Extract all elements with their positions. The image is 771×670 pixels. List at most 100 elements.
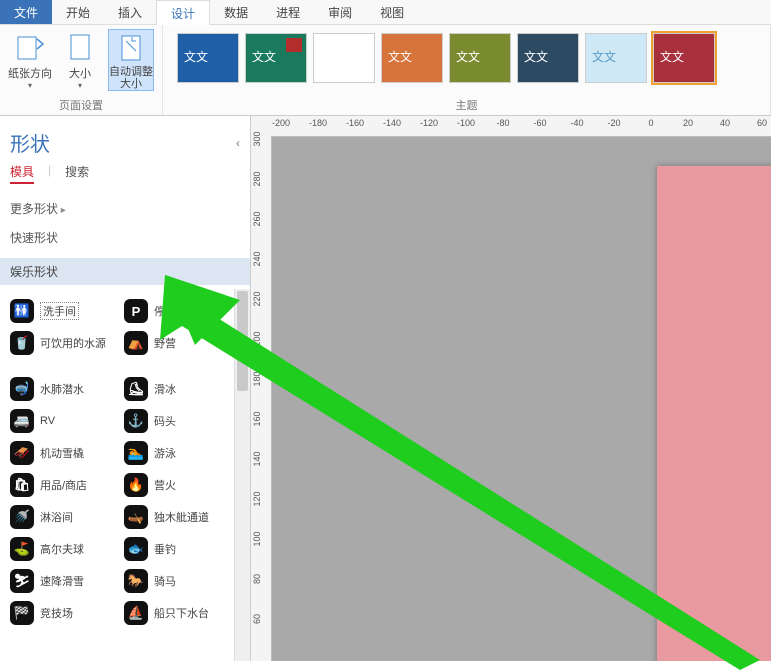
more-shapes-link[interactable]: 更多形状 — [10, 194, 240, 223]
chevron-down-icon: ▾ — [78, 81, 82, 90]
shape-icon: 🚿 — [10, 505, 34, 529]
theme-gallery[interactable]: 文文 文文 文文 文文 文文 文文 文文 — [171, 29, 762, 95]
theme-swatch[interactable]: 文文 — [177, 33, 239, 83]
shape-item[interactable]: 🔥营火 — [122, 469, 236, 501]
shape-item[interactable]: 🚻洗手间 — [8, 295, 122, 327]
shape-item[interactable]: 🐎 骑马 — [122, 565, 236, 597]
ruler-tick: 80 — [252, 569, 262, 589]
tab-design[interactable]: 设计 — [156, 0, 210, 25]
shape-item[interactable]: 🛍 用品/商店 — [8, 469, 122, 501]
shape-label: 洗手间 — [40, 302, 79, 320]
orientation-icon — [14, 31, 46, 63]
category-entertainment[interactable]: 娱乐形状 — [0, 258, 250, 285]
shape-label: 游泳 — [154, 445, 176, 461]
autosize-label: 自动调整大小 — [109, 66, 153, 90]
shape-item[interactable]: 🥤可饮用的水源 — [8, 327, 122, 359]
canvas[interactable] — [271, 136, 771, 661]
shape-scrollbar[interactable] — [234, 289, 250, 661]
ruler-tick: 20 — [683, 118, 693, 128]
theme-swatch[interactable]: 文文 — [245, 33, 307, 83]
shape-item[interactable]: 🏊 游泳 — [122, 437, 236, 469]
ruler-tick: 140 — [252, 449, 262, 469]
shape-item[interactable]: ⛺野营 — [122, 327, 236, 359]
chevron-down-icon: ▾ — [28, 81, 32, 90]
ruler-tick: -200 — [272, 118, 290, 128]
shape-label: 垂钓 — [154, 541, 176, 557]
ruler-tick: 280 — [252, 169, 262, 189]
size-button[interactable]: 大小 ▾ — [58, 29, 102, 91]
shape-icon: ⚓ — [124, 409, 148, 433]
theme-swatch[interactable]: 文文 — [381, 33, 443, 83]
shape-icon: ⛳ — [10, 537, 34, 561]
ruler-tick: 200 — [252, 329, 262, 349]
shape-item[interactable]: ⚓码头 — [122, 405, 236, 437]
shape-icon: 🛍 — [10, 473, 34, 497]
size-label: 大小 — [69, 65, 91, 81]
shape-icon: ⛷ — [10, 569, 34, 593]
drawing-page[interactable] — [657, 166, 771, 661]
shape-label: 船只下水台 — [154, 605, 209, 621]
subtab-search[interactable]: 搜索 — [65, 163, 89, 184]
canvas-area[interactable]: -200-180-160-140-120-100-80-60-40-200204… — [251, 116, 771, 661]
tab-file[interactable]: 文件 — [0, 0, 52, 24]
shape-label: RV — [40, 415, 55, 427]
theme-swatch[interactable]: 文文 — [517, 33, 579, 83]
shape-icon: 🤿 — [10, 377, 34, 401]
shape-item[interactable]: 🤿水肺潜水 — [8, 373, 122, 405]
shape-item[interactable]: P 停车 — [122, 295, 236, 327]
shape-item[interactable]: ⛸滑冰 — [122, 373, 236, 405]
shape-item[interactable]: ⛵船只下水台 — [122, 597, 236, 629]
tab-view[interactable]: 视图 — [366, 0, 418, 24]
shape-item[interactable]: 🚐 RV — [8, 405, 122, 437]
tab-review[interactable]: 审阅 — [314, 0, 366, 24]
autosize-button[interactable]: 自动调整大小 — [108, 29, 154, 91]
shape-item[interactable]: ⛳高尔夫球 — [8, 533, 122, 565]
ruler-tick: -180 — [309, 118, 327, 128]
ruler-tick: -160 — [346, 118, 364, 128]
tab-data[interactable]: 数据 — [210, 0, 262, 24]
shape-label: 停车 — [154, 303, 176, 319]
shape-item[interactable]: 🐟垂钓 — [122, 533, 236, 565]
orientation-button[interactable]: 纸张方向 ▾ — [8, 29, 52, 91]
group-page-setup-label: 页面设置 — [8, 97, 154, 113]
shape-icon: 🚐 — [10, 409, 34, 433]
shape-label: 骑马 — [154, 573, 176, 589]
theme-swatch[interactable]: 文文 — [653, 33, 715, 83]
shape-icon: 🛷 — [10, 441, 34, 465]
shape-item[interactable]: 🛷机动雪橇 — [8, 437, 122, 469]
ruler-tick: 240 — [252, 249, 262, 269]
scrollbar-thumb[interactable] — [237, 291, 248, 391]
shape-icon: 🏊 — [124, 441, 148, 465]
group-themes-label: 主题 — [171, 97, 762, 113]
tab-home[interactable]: 开始 — [52, 0, 104, 24]
subtab-stencil[interactable]: 模具 — [10, 163, 34, 184]
ribbon-tabs: 文件 开始 插入 设计 数据 进程 审阅 视图 — [0, 0, 771, 25]
ruler-tick: -80 — [496, 118, 509, 128]
tab-process[interactable]: 进程 — [262, 0, 314, 24]
ruler-horizontal: -200-180-160-140-120-100-80-60-40-200204… — [271, 116, 771, 137]
group-page-setup: 纸张方向 ▾ 大小 ▾ 自动调整大小 页面设置 — [0, 25, 163, 115]
group-themes: 文文 文文 文文 文文 文文 文文 文文 主题 — [163, 25, 771, 115]
shape-icon: ⛸ — [124, 377, 148, 401]
shapes-panel: 形状 ‹ 模具 | 搜索 更多形状 快速形状 娱乐形状 🚻洗手间P停车🥤可饮用的… — [0, 116, 251, 661]
tab-insert[interactable]: 插入 — [104, 0, 156, 24]
size-icon — [64, 31, 96, 63]
ruler-tick: -100 — [457, 118, 475, 128]
shape-label: 用品/商店 — [40, 477, 87, 493]
shape-item[interactable]: 🛶独木舭通道 — [122, 501, 236, 533]
shape-label: 野营 — [154, 335, 176, 351]
theme-swatch[interactable] — [313, 33, 375, 83]
theme-swatch[interactable]: 文文 — [449, 33, 511, 83]
ruler-tick: -120 — [420, 118, 438, 128]
collapse-panel-button[interactable]: ‹ — [236, 136, 240, 150]
quick-shapes-link[interactable]: 快速形状 — [10, 223, 240, 252]
theme-swatch[interactable]: 文文 — [585, 33, 647, 83]
shape-item[interactable]: 🏁竞技场 — [8, 597, 122, 629]
shape-icon: P — [124, 299, 148, 323]
orientation-label: 纸张方向 — [8, 65, 52, 81]
ruler-tick: 160 — [252, 409, 262, 429]
shape-icon: 🏁 — [10, 601, 34, 625]
shape-icon: 🐎 — [124, 569, 148, 593]
shape-item[interactable]: ⛷速降滑雪 — [8, 565, 122, 597]
shape-item[interactable]: 🚿淋浴间 — [8, 501, 122, 533]
